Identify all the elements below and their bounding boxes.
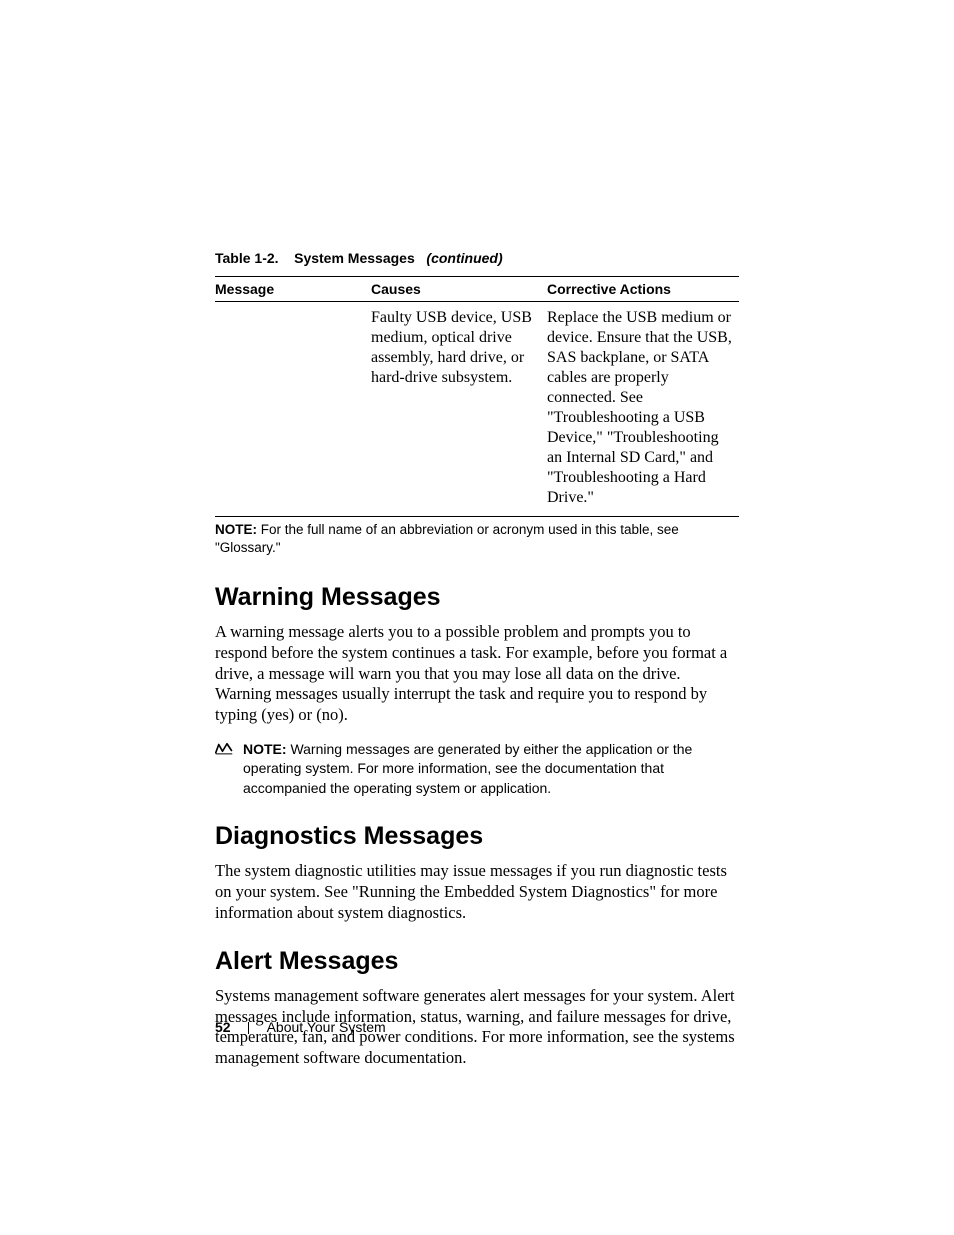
cell-message	[215, 302, 371, 517]
table-caption-title: System Messages	[294, 250, 415, 266]
col-header-actions: Corrective Actions	[547, 277, 739, 302]
col-header-causes: Causes	[371, 277, 547, 302]
paragraph-warning: A warning message alerts you to a possib…	[215, 622, 739, 725]
paragraph-diagnostics: The system diagnostic utilities may issu…	[215, 861, 739, 923]
note-text-warning: NOTE: Warning messages are generated by …	[243, 740, 739, 799]
heading-diagnostics-messages: Diagnostics Messages	[215, 822, 739, 851]
note-text: For the full name of an abbreviation or …	[215, 522, 679, 555]
col-header-message: Message	[215, 277, 371, 302]
document-page: Table 1-2. System Messages (continued) M…	[0, 0, 954, 1235]
footer-separator	[248, 1022, 249, 1034]
heading-alert-messages: Alert Messages	[215, 947, 739, 976]
page-footer: 52 About Your System	[215, 1019, 386, 1035]
footer-section-name: About Your System	[267, 1019, 386, 1035]
cell-actions: Replace the USB medium or device. Ensure…	[547, 302, 739, 517]
note-body: Warning messages are generated by either…	[243, 741, 692, 796]
heading-warning-messages: Warning Messages	[215, 583, 739, 612]
cell-causes: Faulty USB device, USB medium, optical d…	[371, 302, 547, 517]
table-caption-label: Table 1-2.	[215, 250, 279, 266]
table-header-row: Message Causes Corrective Actions	[215, 277, 739, 302]
system-messages-table: Message Causes Corrective Actions Faulty…	[215, 276, 739, 517]
note-block-warning: NOTE: Warning messages are generated by …	[215, 740, 739, 799]
note-label: NOTE:	[215, 522, 257, 537]
note-label: NOTE:	[243, 741, 287, 757]
page-number: 52	[215, 1019, 231, 1035]
note-icon	[215, 742, 233, 756]
table-caption-suffix: (continued)	[426, 250, 502, 266]
table-footnote: NOTE: For the full name of an abbreviati…	[215, 521, 739, 557]
table-caption: Table 1-2. System Messages (continued)	[215, 250, 739, 266]
table-row: Faulty USB device, USB medium, optical d…	[215, 302, 739, 517]
